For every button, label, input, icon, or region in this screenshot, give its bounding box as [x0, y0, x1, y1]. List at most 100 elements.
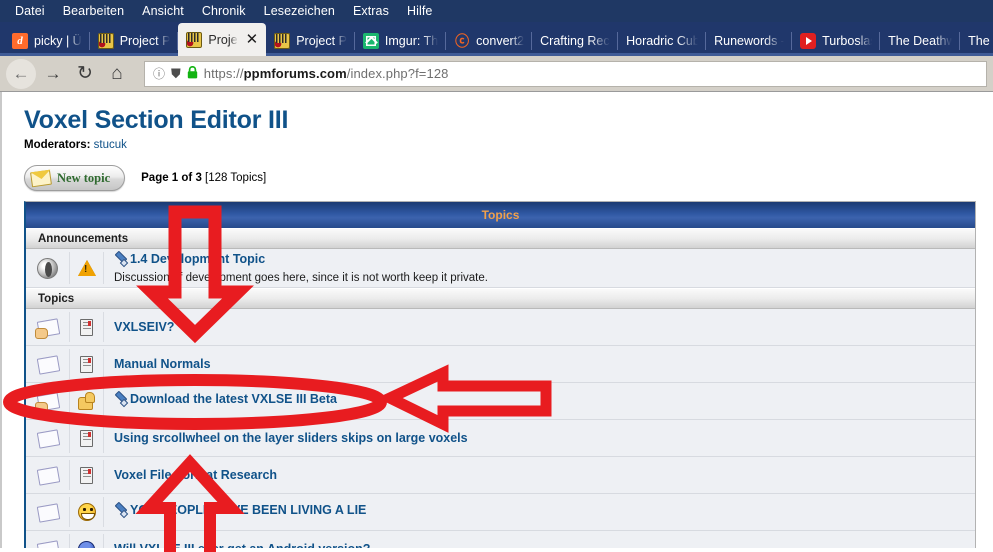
convert-favicon: ⓒ [455, 33, 470, 49]
home-icon[interactable]: ⌂ [102, 59, 132, 89]
menu-item-hilfe[interactable]: Hilfe [398, 2, 442, 20]
browser-tab-1[interactable]: d picky | Ü [4, 26, 90, 56]
reload-icon[interactable]: ↻ [70, 59, 100, 89]
tab-title: Project P [119, 34, 171, 48]
moderators-label: Moderators: [24, 139, 91, 151]
menu-item-lesezeichen[interactable]: Lesezeichen [255, 2, 344, 20]
topic-content-cell: Using srcollwheel on the layer sliders s… [104, 429, 975, 447]
menu-item-datei[interactable]: Datei [6, 2, 54, 20]
url-scheme: https:// [203, 66, 244, 81]
browser-tab-10[interactable]: Turboslas [792, 26, 881, 56]
topic-link[interactable]: Will VXLSE III ever get an Android versi… [114, 542, 370, 548]
topic-link[interactable]: Manual Normals [114, 357, 211, 371]
topic-link-download-beta[interactable]: Download the latest VXLSE III Beta [114, 392, 337, 406]
document-icon [80, 318, 93, 336]
moderator-link-stucuk[interactable]: stucuk [94, 139, 127, 151]
topic-content-cell: Voxel File Format Research [104, 466, 975, 484]
envelope-unread-icon [36, 354, 60, 375]
browser-tab-8[interactable]: Horadric Cube [618, 26, 707, 56]
browser-tab-11[interactable]: The Deathwo [880, 26, 961, 56]
table-row[interactable]: Manual Normals [26, 346, 975, 383]
topic-icon-cell [70, 423, 104, 453]
table-row[interactable]: Using srcollwheel on the layer sliders s… [26, 420, 975, 457]
topic-status-cell [26, 423, 70, 453]
table-row[interactable]: Will VXLSE III ever get an Android versi… [26, 531, 975, 548]
tab-title: picky | Ü [34, 34, 82, 48]
topic-title: Manual Normals [114, 357, 211, 371]
envelope-unread-icon [36, 465, 60, 486]
table-row[interactable]: VXLSEIV? [26, 309, 975, 346]
warning-icon [77, 260, 96, 276]
ppm-favicon [274, 33, 291, 49]
browser-tab-6[interactable]: ⓒ convert2 [446, 26, 533, 56]
topic-status-cell [26, 252, 70, 284]
topic-link[interactable]: Using srcollwheel on the layer sliders s… [114, 431, 468, 445]
menu-item-label: Hilfe [406, 4, 433, 18]
document-icon [80, 429, 93, 447]
browser-tab-2[interactable]: Project P [90, 26, 179, 56]
envelope-unread-icon [36, 539, 60, 548]
tracking-shield-icon[interactable]: ⛊ [171, 66, 181, 82]
d-favicon: d [12, 33, 28, 49]
tab-title: convert2 [476, 34, 525, 48]
topic-link[interactable]: YOU PEOPLE HAVE BEEN LIVING A LIE [114, 503, 366, 517]
topic-link[interactable]: VXLSEIV? [114, 320, 174, 334]
menu-item-ansicht[interactable]: Ansicht [133, 2, 193, 20]
topic-icon-cell [70, 460, 104, 490]
page-viewport: Voxel Section Editor III Moderators: stu… [0, 92, 993, 548]
blue-circle-icon [78, 541, 95, 548]
menu-bar: Datei Bearbeiten Ansicht Chronik Lesezei… [0, 0, 993, 22]
browser-tab-5[interactable]: Imgur: Th [355, 26, 447, 56]
menu-item-label: Datei [15, 4, 45, 18]
attachment-icon [114, 253, 126, 265]
close-icon[interactable]: ✕ [246, 32, 259, 47]
menu-item-chronik[interactable]: Chronik [193, 2, 255, 20]
forward-arrow-icon[interactable]: → [38, 59, 68, 89]
tab-title: The Deathwo [888, 34, 953, 48]
table-row[interactable]: 1.4 Development Topic Discussion of deve… [26, 249, 975, 288]
address-bar[interactable]: ⓘ ⛊ https://ppmforums.com/index.php?f=12… [144, 60, 987, 87]
section-header-topics: Topics [26, 288, 975, 309]
table-row[interactable]: YOU PEOPLE HAVE BEEN LIVING A LIE [26, 494, 975, 531]
topic-link[interactable]: Voxel File Format Research [114, 468, 277, 482]
new-topic-button[interactable]: New topic [24, 165, 126, 191]
menu-item-label: Bearbeiten [62, 4, 125, 18]
table-row[interactable]: Download the latest VXLSE III Beta [26, 383, 975, 420]
topic-content-cell: VXLSEIV? [104, 318, 975, 336]
back-arrow-icon[interactable]: ← [6, 58, 36, 89]
topic-content-cell: 1.4 Development Topic Discussion of deve… [104, 252, 975, 284]
tab-title: Turboslas [822, 34, 873, 48]
topic-count: [128 Topics] [205, 172, 267, 184]
menu-item-label: Extras [352, 4, 389, 18]
page-info-icon[interactable]: ⓘ [153, 65, 165, 82]
url-domain: ppmforums.com [243, 66, 347, 81]
table-row[interactable]: Voxel File Format Research [26, 457, 975, 494]
topics-table: Topics Announcements 1.4 Development Top… [24, 201, 976, 548]
lock-icon[interactable] [187, 65, 198, 82]
topic-icon-cell [70, 534, 104, 548]
tab-title: Crafting Recip [540, 34, 610, 48]
topic-icon-cell [70, 252, 104, 284]
browser-tab-3-active[interactable]: Proje ✕ [178, 23, 267, 56]
browser-tab-9[interactable]: Runewords - [706, 26, 793, 56]
menu-item-extras[interactable]: Extras [344, 2, 398, 20]
topic-content-cell: YOU PEOPLE HAVE BEEN LIVING A LIE [104, 503, 975, 521]
tab-title: Horadric Cube [626, 34, 699, 48]
youtube-favicon [800, 33, 817, 49]
menu-item-bearbeiten[interactable]: Bearbeiten [54, 2, 133, 20]
topic-link[interactable]: 1.4 Development Topic [114, 252, 265, 266]
pagination-info: Page 1 of 3 [128 Topics] [141, 172, 266, 184]
grin-smiley-icon [77, 503, 96, 521]
lock-icon-glyph [187, 65, 197, 78]
tab-title: Project P [296, 34, 347, 48]
topic-title: YOU PEOPLE HAVE BEEN LIVING A LIE [130, 503, 367, 517]
topic-status-cell [26, 534, 70, 548]
imgur-favicon [362, 33, 379, 49]
tab-title: Imgur: Th [384, 34, 439, 48]
browser-chrome: Datei Bearbeiten Ansicht Chronik Lesezei… [0, 0, 993, 92]
topic-content-cell: Will VXLSE III ever get an Android versi… [104, 540, 975, 548]
browser-tab-7[interactable]: Crafting Recip [532, 26, 619, 56]
browser-tab-12[interactable]: The Dea [960, 26, 993, 56]
topic-icon-cell [70, 349, 104, 379]
browser-tab-4[interactable]: Project P [266, 26, 355, 56]
